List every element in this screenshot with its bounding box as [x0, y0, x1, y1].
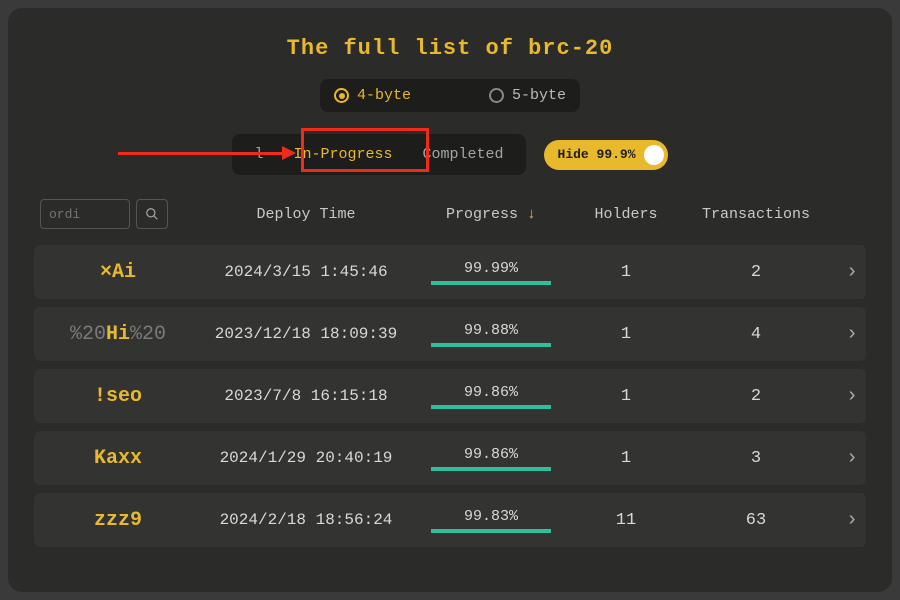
byte-length-toggle: 4-byte 5-byte: [320, 79, 580, 112]
deploy-time: 2023/12/18 18:09:39: [196, 325, 416, 343]
search-input[interactable]: [40, 199, 130, 229]
col-transactions[interactable]: Transactions: [686, 206, 826, 223]
progress-bar: [431, 467, 551, 471]
table-header: Deploy Time Progress ↓ Holders Transacti…: [34, 199, 866, 245]
col-deploy-time[interactable]: Deploy Time: [196, 206, 416, 223]
progress-bar: [431, 529, 551, 533]
sort-desc-icon: ↓: [527, 206, 536, 223]
toggle-knob-icon: [644, 145, 664, 165]
filter-row: l In-Progress Completed Hide 99.9%: [34, 134, 866, 175]
hide-99-toggle[interactable]: Hide 99.9%: [544, 140, 668, 170]
transactions-value: 63: [686, 511, 826, 530]
ticker: ×Ai: [100, 261, 136, 284]
chevron-right-icon: ›: [826, 323, 866, 346]
table-row[interactable]: zzz9 2024/2/18 18:56:24 99.83% 11 63 ›: [34, 493, 866, 547]
status-tabs: l In-Progress Completed: [232, 134, 525, 175]
byte-option-5[interactable]: 5-byte: [489, 87, 566, 104]
progress-cell: 99.83%: [416, 508, 566, 533]
deploy-time: 2024/2/18 18:56:24: [196, 511, 416, 529]
progress-bar: [431, 281, 551, 285]
radio-on-icon: [334, 88, 349, 103]
table-row[interactable]: Kaxx 2024/1/29 20:40:19 99.86% 1 3 ›: [34, 431, 866, 485]
progress-cell: 99.86%: [416, 446, 566, 471]
transactions-value: 4: [686, 325, 826, 344]
transactions-value: 2: [686, 387, 826, 406]
holders-value: 1: [566, 325, 686, 344]
holders-value: 1: [566, 387, 686, 406]
tab-all[interactable]: l: [242, 140, 275, 169]
chevron-right-icon: ›: [826, 261, 866, 284]
byte-option-4[interactable]: 4-byte: [334, 87, 411, 104]
ticker: Kaxx: [94, 447, 142, 470]
tab-in-progress[interactable]: In-Progress: [281, 140, 404, 169]
table-body: ×Ai 2024/3/15 1:45:46 99.99% 1 2 › %20Hi…: [34, 245, 866, 547]
table-row[interactable]: ×Ai 2024/3/15 1:45:46 99.99% 1 2 ›: [34, 245, 866, 299]
chevron-right-icon: ›: [826, 509, 866, 532]
deploy-time: 2023/7/8 16:15:18: [196, 387, 416, 405]
progress-cell: 99.88%: [416, 322, 566, 347]
holders-value: 1: [566, 449, 686, 468]
col-progress[interactable]: Progress ↓: [416, 206, 566, 223]
radio-off-icon: [489, 88, 504, 103]
progress-value: 99.88%: [464, 322, 518, 339]
byte-option-5-label: 5-byte: [512, 87, 566, 104]
deploy-time: 2024/1/29 20:40:19: [196, 449, 416, 467]
table-row[interactable]: !seo 2023/7/8 16:15:18 99.86% 1 2 ›: [34, 369, 866, 423]
page-title: The full list of brc-20: [34, 36, 866, 61]
progress-value: 99.86%: [464, 446, 518, 463]
ticker: zzz9: [94, 509, 142, 532]
progress-bar: [431, 343, 551, 347]
chevron-right-icon: ›: [826, 447, 866, 470]
progress-value: 99.99%: [464, 260, 518, 277]
ticker: !seo: [94, 385, 142, 408]
chevron-right-icon: ›: [826, 385, 866, 408]
progress-cell: 99.86%: [416, 384, 566, 409]
progress-bar: [431, 405, 551, 409]
byte-option-4-label: 4-byte: [357, 87, 411, 104]
holders-value: 1: [566, 263, 686, 282]
col-progress-label: Progress: [446, 206, 518, 223]
progress-value: 99.83%: [464, 508, 518, 525]
transactions-value: 3: [686, 449, 826, 468]
tab-completed[interactable]: Completed: [411, 140, 516, 169]
transactions-value: 2: [686, 263, 826, 282]
table-row[interactable]: %20Hi%20 2023/12/18 18:09:39 99.88% 1 4 …: [34, 307, 866, 361]
holders-value: 11: [566, 511, 686, 530]
main-panel: The full list of brc-20 4-byte 5-byte l …: [8, 8, 892, 592]
progress-cell: 99.99%: [416, 260, 566, 285]
progress-value: 99.86%: [464, 384, 518, 401]
col-holders[interactable]: Holders: [566, 206, 686, 223]
search-button[interactable]: [136, 199, 168, 229]
ticker: %20Hi%20: [70, 323, 166, 346]
hide-99-label: Hide 99.9%: [558, 147, 636, 162]
deploy-time: 2024/3/15 1:45:46: [196, 263, 416, 281]
search-wrap: [40, 199, 196, 229]
search-icon: [145, 207, 159, 221]
